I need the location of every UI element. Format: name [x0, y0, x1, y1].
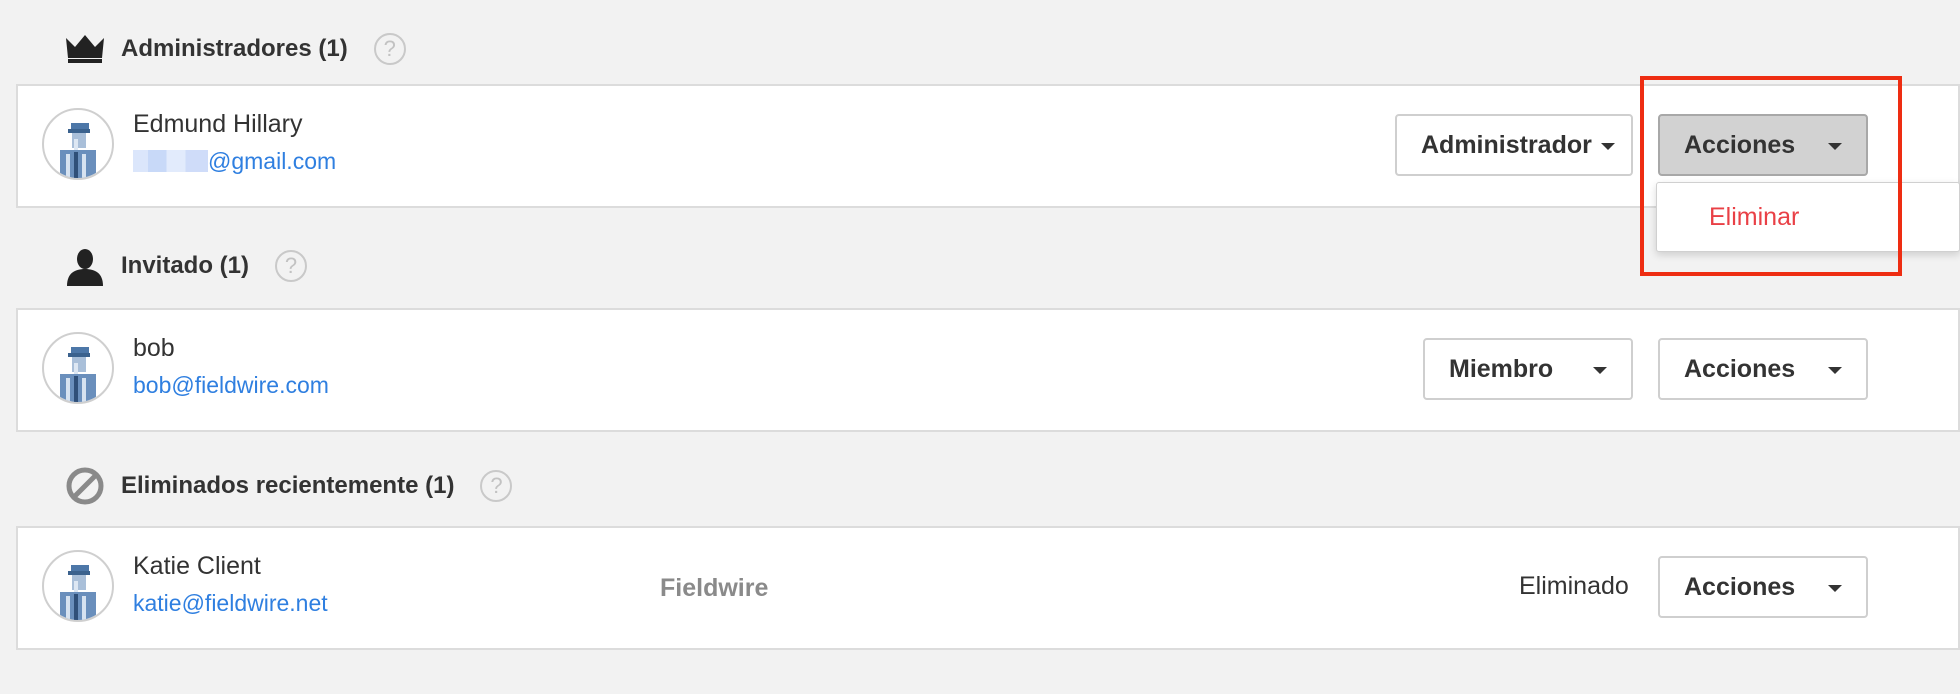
user-email[interactable]: katie@fieldwire.net [133, 590, 328, 617]
chevron-down-icon [1601, 143, 1615, 150]
actions-label: Acciones [1684, 572, 1796, 601]
redacted-email-blur [133, 150, 208, 172]
role-label: Administrador [1421, 130, 1592, 159]
guests-section-title: Invitado (1) [121, 252, 250, 279]
email-domain: @gmail.com [208, 148, 337, 174]
removed-user-row: Katie Client katie@fieldwire.net Fieldwi… [16, 526, 1960, 650]
crown-icon [65, 29, 105, 69]
user-name: Katie Client [133, 552, 261, 580]
user-name: Edmund Hillary [133, 110, 303, 138]
prohibited-icon [65, 466, 105, 506]
admins-section-title: Administradores (1) [121, 35, 348, 62]
chevron-down-icon [1593, 367, 1607, 374]
avatar [42, 550, 114, 622]
guests-help-icon[interactable]: ? [275, 250, 308, 282]
user-email[interactable]: bob@fieldwire.com [133, 372, 329, 399]
guests-section-header: Invitado (1) ? [65, 246, 308, 286]
role-label: Miembro [1449, 354, 1554, 383]
admins-help-icon[interactable]: ? [373, 33, 406, 65]
chevron-down-icon [1828, 367, 1842, 374]
avatar [42, 108, 114, 180]
actions-dropdown-button[interactable]: Acciones [1658, 114, 1868, 176]
avatar [42, 332, 114, 404]
removed-help-icon[interactable]: ? [480, 470, 513, 502]
chevron-down-icon [1828, 143, 1842, 150]
role-dropdown-button[interactable]: Administrador [1395, 114, 1633, 176]
actions-dropdown-button[interactable]: Acciones [1658, 556, 1868, 618]
removed-section-header: Eliminados recientemente (1) ? [65, 466, 513, 506]
company-name: Fieldwire [660, 574, 769, 602]
role-dropdown-button[interactable]: Miembro [1423, 338, 1633, 400]
actions-label: Acciones [1684, 354, 1796, 383]
status-label: Eliminado [1519, 572, 1629, 600]
removed-section-title: Eliminados recientemente (1) [121, 472, 455, 499]
delete-menu-item[interactable]: Eliminar [1709, 203, 1799, 232]
user-name: bob [133, 334, 175, 362]
guest-user-row: bob bob@fieldwire.com Miembro Acciones [16, 308, 1960, 432]
actions-label: Acciones [1684, 130, 1796, 159]
user-silhouette-icon [65, 246, 105, 286]
admins-section-header: Administradores (1) ? [65, 29, 406, 69]
user-email[interactable]: @gmail.com [133, 148, 336, 175]
actions-dropdown-button[interactable]: Acciones [1658, 338, 1868, 400]
chevron-down-icon [1828, 585, 1842, 592]
actions-dropdown-menu: Eliminar [1656, 182, 1960, 252]
